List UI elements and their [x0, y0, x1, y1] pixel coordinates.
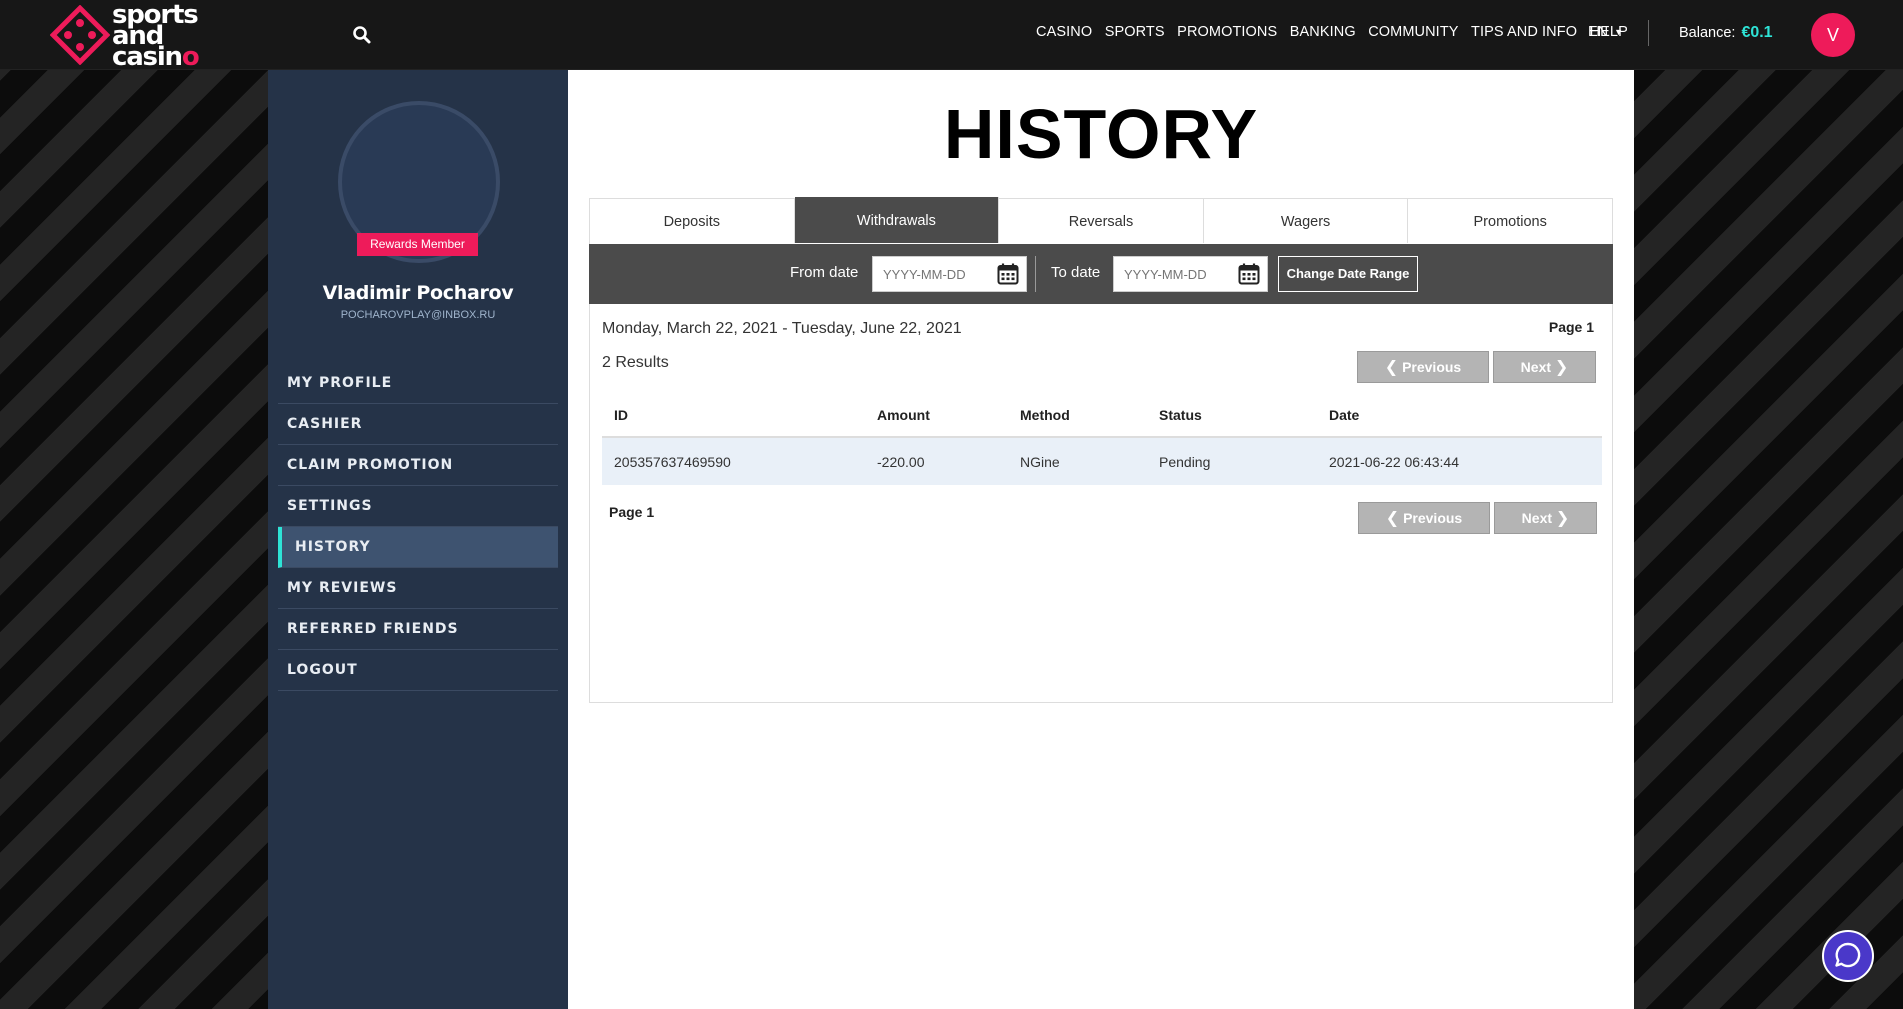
chevron-down-icon: ▼ — [1614, 27, 1624, 37]
rewards-member-badge: Rewards Member — [357, 233, 478, 256]
nav-banking[interactable]: BANKING — [1290, 24, 1356, 40]
site-logo[interactable]: sports and casino — [50, 0, 200, 72]
sidebar-item-my-profile[interactable]: MY PROFILE — [278, 363, 558, 404]
tab-withdrawals[interactable]: Withdrawals — [794, 197, 1000, 243]
calendar-icon[interactable] — [996, 262, 1020, 286]
nav-sports[interactable]: SPORTS — [1105, 24, 1165, 40]
page-indicator-bottom: Page 1 — [609, 504, 655, 520]
tab-reversals[interactable]: Reversals — [999, 199, 1204, 243]
date-filter-bar: From date To date — [589, 244, 1613, 304]
top-navigation-bar: sports and casino CASINO SPORTS PROMOTIO… — [0, 0, 1903, 70]
cell-date: 2021-06-22 06:43:44 — [1317, 437, 1602, 485]
previous-button-bottom[interactable]: ❮ Previous — [1358, 502, 1490, 534]
table-header-row: ID Amount Method Status Date — [602, 394, 1602, 438]
sidebar-item-logout[interactable]: LOGOUT — [278, 650, 558, 691]
change-date-range-button[interactable]: Change Date Range — [1278, 256, 1418, 292]
sidebar-item-referred-friends[interactable]: REFERRED FRIENDS — [278, 609, 558, 650]
sidebar-item-cashier[interactable]: CASHIER — [278, 404, 558, 445]
previous-button[interactable]: ❮ Previous — [1357, 351, 1489, 383]
next-label: Next — [1520, 359, 1552, 375]
to-date-input[interactable] — [1122, 257, 1236, 291]
cell-method: NGine — [1008, 437, 1147, 485]
divider — [1035, 256, 1036, 292]
to-date-field[interactable] — [1113, 256, 1268, 292]
next-button[interactable]: Next ❯ — [1493, 351, 1596, 383]
account-sidebar: Rewards Member Vladimir Pocharov POCHARO… — [268, 70, 568, 1009]
to-date-label: To date — [1051, 264, 1101, 281]
sidebar-item-history[interactable]: HISTORY — [278, 527, 558, 568]
next-label: Next — [1521, 510, 1553, 526]
history-panel: Deposits Withdrawals Reversals Wagers Pr… — [589, 197, 1613, 703]
withdrawals-table: ID Amount Method Status Date 20535763746… — [602, 394, 1602, 485]
search-icon[interactable] — [352, 25, 372, 45]
chevron-right-icon: ❯ — [1555, 510, 1570, 527]
from-date-field[interactable] — [872, 256, 1027, 292]
next-button-bottom[interactable]: Next ❯ — [1494, 502, 1597, 534]
language-label: EN — [1588, 24, 1609, 40]
page-indicator: Page 1 — [1548, 319, 1594, 335]
cell-amount: -220.00 — [865, 437, 1008, 485]
sidebar-item-my-reviews[interactable]: MY REVIEWS — [278, 568, 558, 609]
balance-value: €0.1 — [1741, 24, 1773, 41]
chat-button[interactable] — [1822, 930, 1874, 982]
language-selector[interactable]: EN ▼ — [1588, 24, 1623, 40]
column-header-date: Date — [1317, 394, 1602, 438]
tab-promotions[interactable]: Promotions — [1408, 199, 1612, 243]
user-name: Vladimir Pocharov — [322, 282, 514, 304]
previous-label: Previous — [1402, 359, 1462, 375]
nav-community[interactable]: COMMUNITY — [1368, 24, 1458, 40]
cell-status: Pending — [1147, 437, 1317, 485]
account-menu: MY PROFILE CASHIER CLAIM PROMOTION SETTI… — [278, 363, 558, 691]
balance-display: Balance: €0.1 — [1679, 24, 1773, 42]
calendar-icon[interactable] — [1237, 262, 1261, 286]
column-header-status: Status — [1147, 394, 1317, 438]
main-nav: CASINO SPORTS PROMOTIONS BANKING COMMUNI… — [1036, 24, 1640, 40]
main-content: HISTORY Deposits Withdrawals Reversals W… — [568, 70, 1634, 1009]
history-tabs: Deposits Withdrawals Reversals Wagers Pr… — [590, 197, 1612, 243]
tab-wagers[interactable]: Wagers — [1204, 199, 1409, 243]
divider — [1648, 20, 1649, 46]
column-header-id: ID — [602, 394, 865, 438]
chevron-right-icon: ❯ — [1554, 359, 1569, 376]
chevron-left-icon: ❮ — [1385, 510, 1400, 527]
from-date-label: From date — [790, 264, 859, 281]
sidebar-item-claim-promotion[interactable]: CLAIM PROMOTION — [278, 445, 558, 486]
user-avatar-button[interactable]: V — [1811, 13, 1855, 57]
logo-dice-icon — [50, 5, 110, 65]
user-email: POCHAROVPLAY@INBOX.RU — [340, 309, 496, 321]
cell-id: 205357637469590 — [602, 437, 865, 485]
chevron-left-icon: ❮ — [1384, 359, 1399, 376]
nav-promotions[interactable]: PROMOTIONS — [1177, 24, 1277, 40]
column-header-method: Method — [1008, 394, 1147, 438]
from-date-input[interactable] — [881, 257, 995, 291]
chat-bubble-icon — [1835, 942, 1861, 968]
nav-casino[interactable]: CASINO — [1036, 24, 1092, 40]
previous-label: Previous — [1403, 510, 1463, 526]
balance-label: Balance: — [1679, 25, 1736, 41]
table-row[interactable]: 205357637469590 -220.00 NGine Pending 20… — [602, 437, 1602, 485]
results-count: 2 Results — [602, 354, 669, 371]
page-title: HISTORY — [943, 95, 1259, 173]
nav-tips-and-info[interactable]: TIPS AND INFO — [1471, 24, 1577, 40]
tab-deposits[interactable]: Deposits — [590, 199, 795, 243]
column-header-amount: Amount — [865, 394, 1008, 438]
date-range-text: Monday, March 22, 2021 - Tuesday, June 2… — [602, 320, 962, 337]
sidebar-item-settings[interactable]: SETTINGS — [278, 486, 558, 527]
logo-wordmark: sports and casino — [112, 0, 200, 72]
